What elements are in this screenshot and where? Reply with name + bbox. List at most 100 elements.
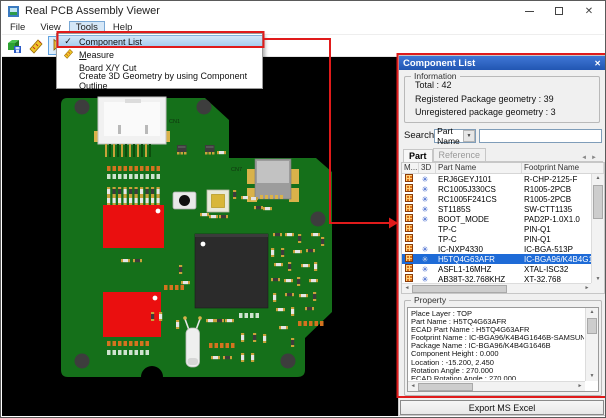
property-group: Property Place Layer : TOP Part Name : H… [404, 300, 602, 396]
table-row[interactable]: ST1185S SW-CTT1135 [402, 204, 592, 214]
footprint-name-cell: R-CHP-2125-F [522, 175, 592, 184]
footprint-icon [405, 224, 413, 232]
table-row[interactable]: TP-C PIN-Q1 [402, 234, 592, 244]
part-name-cell: H5TQ4G63AFR [436, 255, 522, 264]
3d-geometry-icon [419, 245, 431, 254]
table-row[interactable]: H5TQ4G63AFR IC-BGA96/K4B4G1646B-SAMSUNG-… [402, 254, 592, 264]
footprint-name-cell: IC-BGA-513P [522, 245, 592, 254]
measure-icon [28, 38, 44, 54]
search-input[interactable] [479, 129, 602, 143]
minimize-button[interactable] [514, 1, 544, 21]
column-header-3d[interactable]: 3D [419, 163, 436, 173]
search-label: Search [404, 130, 434, 141]
measure-tool-button[interactable] [26, 36, 46, 55]
footprint-icon [405, 194, 413, 202]
maximize-icon [555, 7, 563, 15]
column-header-part-name[interactable]: Part Name [436, 163, 522, 173]
scroll-left-icon[interactable]: ◄ [408, 382, 418, 391]
table-row[interactable]: TP-C PIN-Q1 [402, 224, 592, 234]
scroll-up-icon[interactable]: ▲ [592, 174, 604, 183]
property-hscroll-thumb[interactable] [418, 383, 473, 391]
minimize-icon [525, 11, 534, 12]
export-ms-excel-button[interactable]: Export MS Excel [400, 400, 604, 415]
chevron-down-icon[interactable]: ▼ [463, 130, 475, 142]
scrollbar-corner [591, 283, 604, 293]
panel-close-icon[interactable]: ✕ [594, 59, 601, 68]
tab-reference[interactable]: Reference [433, 148, 487, 161]
close-icon: ✕ [585, 6, 593, 17]
3d-geometry-icon [419, 195, 431, 204]
search-field-select[interactable]: Part Name ▼ [434, 129, 476, 143]
column-header-m[interactable]: M... [402, 163, 419, 173]
footprint-icon [405, 204, 413, 212]
table-horizontal-scrollbar[interactable]: ◄ ► [402, 283, 592, 293]
information-group-label: Information [411, 71, 460, 81]
tools-menu: ✓ Component List Measure Board X/Y Cut C… [56, 33, 263, 89]
window-title: Real PCB Assembly Viewer [25, 5, 160, 17]
part-name-cell: ERJ6GEYJ101 [436, 175, 522, 184]
tab-prev-icon[interactable]: ◄ [581, 155, 591, 161]
3d-geometry-icon [419, 205, 431, 214]
app-icon [8, 6, 19, 17]
table-hscroll-thumb[interactable] [412, 285, 507, 293]
property-vscroll-thumb[interactable] [587, 318, 597, 334]
property-horizontal-scrollbar[interactable]: ◄ ► [408, 381, 585, 391]
maximize-button[interactable] [544, 1, 574, 21]
footprint-icon [405, 264, 413, 272]
panel-tabs: Part Reference ◄► [403, 149, 603, 162]
footprint-name-cell: SW-CTT1135 [522, 205, 592, 214]
footprint-name-cell: XTAL-ISC32 [522, 265, 592, 274]
menu-file[interactable]: File [3, 21, 32, 34]
part-name-cell: TP-C [436, 225, 522, 234]
property-vertical-scrollbar[interactable]: ▲ ▼ [585, 308, 598, 381]
footprint-icon [405, 274, 413, 282]
scroll-left-icon[interactable]: ◄ [402, 284, 412, 293]
footprint-icon [405, 174, 413, 182]
cube-save-icon [6, 38, 22, 54]
footprint-name-cell: PIN-Q1 [522, 235, 592, 244]
footprint-name-cell: PAD2P-1.0X1.0 [522, 215, 592, 224]
search-row: Search Part Name ▼ [404, 128, 602, 143]
table-row[interactable]: ERJ6GEYJ101 R-CHP-2125-F [402, 174, 592, 184]
info-registered: Registered Package geometry : 39 [415, 95, 599, 105]
menu-item-component-list[interactable]: ✓ Component List [57, 35, 262, 48]
panel-title: Component List [403, 58, 475, 69]
tab-next-icon[interactable]: ► [591, 155, 601, 161]
part-name-cell: TP-C [436, 235, 522, 244]
panel-title-bar[interactable]: Component List ✕ [399, 56, 605, 70]
info-unregistered: Unregistered package geometry : 3 [415, 108, 599, 118]
info-total: Total : 42 [415, 81, 599, 91]
table-row[interactable]: ASFL1-16MHZ XTAL-ISC32 [402, 264, 592, 274]
search-field-value: Part Name [435, 126, 463, 146]
footprint-icon [405, 214, 413, 222]
component-list-panel: Component List ✕ Information Total : 42 … [398, 55, 606, 416]
export-3d-button[interactable] [4, 36, 24, 55]
table-row[interactable]: BOOT_MODE PAD2P-1.0X1.0 [402, 214, 592, 224]
column-header-footprint-name[interactable]: Footprint Name [522, 163, 604, 173]
scroll-down-icon[interactable]: ▼ [586, 372, 598, 381]
footprint-icon [405, 234, 413, 242]
3d-geometry-icon [419, 255, 431, 264]
part-name-cell: ASFL1-16MHZ [436, 265, 522, 274]
footprint-name-cell: R1005-2PCB [522, 185, 592, 194]
scroll-up-icon[interactable]: ▲ [586, 308, 598, 317]
footprint-name-cell: IC-BGA96/K4B4G1646B-SAMSUNG-2PCB [522, 255, 592, 264]
footprint-name-cell: R1005-2PCB [522, 195, 592, 204]
scroll-right-icon[interactable]: ► [575, 382, 585, 391]
tab-scroll-arrows[interactable]: ◄► [581, 155, 603, 161]
part-name-cell: RC1005F241CS [436, 195, 522, 204]
table-vscroll-thumb[interactable] [593, 185, 603, 219]
table-row[interactable]: RC1005J330CS R1005-2PCB [402, 184, 592, 194]
property-line: ECAD Rotation Angle : 270.000 [411, 375, 584, 380]
table-header: M... 3D Part Name Footprint Name [402, 163, 604, 174]
property-group-label: Property [411, 295, 449, 305]
footprint-icon [405, 184, 413, 192]
tab-part[interactable]: Part [403, 149, 433, 162]
part-name-cell: ST1185S [436, 205, 522, 214]
close-button[interactable]: ✕ [574, 1, 604, 21]
table-row[interactable]: RC1005F241CS R1005-2PCB [402, 194, 592, 204]
menu-item-measure[interactable]: Measure [57, 48, 262, 61]
table-vertical-scrollbar[interactable]: ▲ ▼ [591, 174, 604, 284]
menu-item-create-3d-geometry[interactable]: Create 3D Geometry by using Component Ou… [57, 74, 262, 87]
table-row[interactable]: IC-NXP4330 IC-BGA-513P [402, 244, 592, 254]
